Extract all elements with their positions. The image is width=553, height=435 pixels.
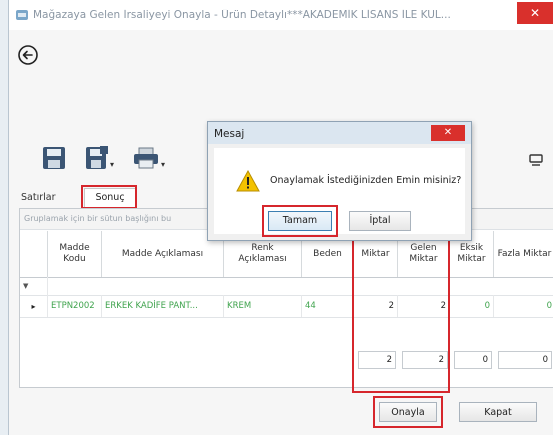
printer-icon[interactable]	[133, 146, 159, 170]
total-fazla-miktar: 0	[498, 351, 552, 369]
cell-renk[interactable]: KREM	[224, 295, 302, 317]
miktar-columns-highlight-box	[352, 229, 450, 393]
summary-row: 2 2 0 0	[20, 349, 553, 371]
exit-icon[interactable]	[529, 153, 543, 167]
cell-eksik-miktar[interactable]: 0	[450, 295, 494, 317]
title-bar: Mağazaya Gelen İrsaliyeyi Onayla - Ürün …	[9, 0, 553, 30]
tamam-highlight-box	[262, 205, 338, 237]
tab-strip: Satırlar Sonuç	[19, 185, 219, 209]
kapat-button[interactable]: Kapat	[459, 402, 537, 422]
window-title: Mağazaya Gelen İrsaliyeyi Onayla - Ürün …	[33, 9, 451, 21]
window-close-button[interactable]: ✕	[517, 2, 553, 24]
tab-highlight-box	[81, 185, 137, 209]
cell-madde-aciklamasi[interactable]: ERKEK KADİFE PANT...	[102, 295, 224, 317]
iptal-button[interactable]: İptal	[349, 211, 411, 231]
app-icon	[16, 10, 28, 20]
dialog-message: Onaylamak İstediğinizden Emin misiniz?	[270, 175, 462, 186]
print-dropdown-arrow-icon[interactable]: ▾	[161, 160, 165, 169]
save-dropdown-arrow-icon[interactable]: ▾	[110, 160, 114, 169]
column-header-fazla-miktar[interactable]: Fazla Miktar	[494, 231, 553, 277]
dialog-close-button[interactable]: ✕	[431, 125, 465, 141]
cell-fazla-miktar[interactable]: 0	[494, 295, 553, 317]
dialog-title: Mesaj	[214, 128, 245, 140]
cell-madde-kodu[interactable]: ETPN2002	[48, 295, 102, 317]
row-indicator-icon: ▸	[20, 295, 48, 317]
onayla-highlight-box	[373, 396, 443, 428]
back-arrow-icon[interactable]	[17, 44, 39, 66]
column-header-madde-aciklamasi[interactable]: Madde Açıklaması	[102, 231, 224, 277]
save-icon[interactable]	[42, 146, 66, 170]
header-indicator-cell	[20, 231, 48, 277]
filter-row[interactable]: ▼	[20, 277, 553, 296]
dialog-title-bar: Mesaj ✕	[208, 122, 471, 144]
save-as-icon[interactable]	[85, 146, 109, 170]
filter-icon: ▼	[20, 277, 48, 295]
cell-beden[interactable]: 44	[302, 295, 354, 317]
dialog-body: Onaylamak İstediğinizden Emin misiniz? T…	[214, 148, 465, 237]
column-header-madde-kodu[interactable]: Madde Kodu	[48, 231, 102, 277]
warning-icon	[236, 170, 260, 192]
confirm-dialog: Mesaj ✕ Onaylamak İstediğinizden Emin mi…	[207, 121, 472, 241]
group-hint-text: Gruplamak için bir sütun başlığını bu	[24, 214, 172, 223]
table-row[interactable]: ▸ ETPN2002 ERKEK KADİFE PANT... KREM 44 …	[20, 295, 553, 318]
tab-satirlar[interactable]: Satırlar	[21, 192, 56, 203]
total-eksik-miktar: 0	[454, 351, 492, 369]
